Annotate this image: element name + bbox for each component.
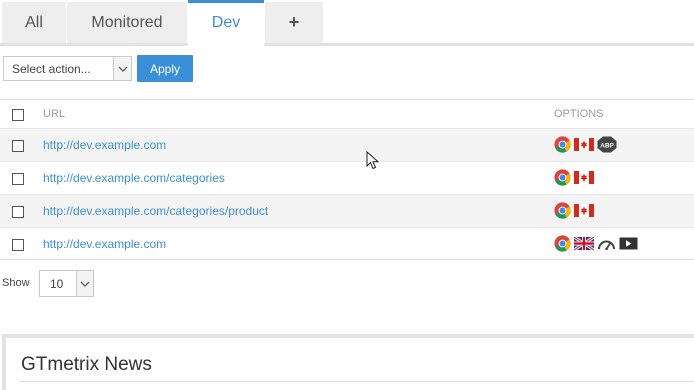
- news-divider: [20, 381, 694, 382]
- speedometer-icon: [597, 237, 616, 250]
- options-column-header: OPTIONS: [554, 108, 604, 120]
- row-checkbox[interactable]: [12, 173, 24, 185]
- bulk-action-value: Select action...: [12, 62, 91, 76]
- news-panel: GTmetrix News: [2, 334, 694, 390]
- tab-all[interactable]: All: [2, 2, 66, 43]
- uk-flag-icon: [574, 237, 594, 250]
- show-label: Show: [2, 277, 30, 289]
- canada-flag-icon: [574, 204, 594, 217]
- apply-button[interactable]: Apply: [137, 55, 193, 82]
- url-link[interactable]: http://dev.example.com/categories: [43, 171, 225, 185]
- options-icons: [554, 235, 638, 252]
- table-header: URL OPTIONS: [0, 99, 694, 128]
- canada-flag-icon: [574, 171, 594, 184]
- select-all-checkbox[interactable]: [12, 109, 24, 121]
- chrome-icon: [554, 169, 571, 186]
- tab-dev[interactable]: Dev: [188, 0, 264, 43]
- page-size-select[interactable]: 10: [39, 270, 94, 297]
- table-row: http://dev.example.com/categories/produc…: [0, 194, 694, 227]
- table-row: http://dev.example.com: [0, 128, 694, 161]
- chevron-down-icon: [113, 57, 131, 80]
- table-row: http://dev.example.com/categories: [0, 161, 694, 194]
- options-icons: [554, 202, 594, 219]
- chrome-icon: [554, 202, 571, 219]
- url-column-header: URL: [43, 108, 66, 120]
- url-link[interactable]: http://dev.example.com: [43, 138, 166, 152]
- mouse-cursor-icon: [366, 150, 380, 176]
- tab-bar-divider: [0, 43, 694, 46]
- add-tab-button[interactable]: +: [265, 2, 323, 43]
- canada-flag-icon: [574, 138, 594, 151]
- adblock-plus-icon: ABP: [597, 136, 617, 153]
- chevron-down-icon: [76, 271, 93, 296]
- options-icons: ABP: [554, 136, 617, 153]
- row-checkbox[interactable]: [12, 239, 24, 251]
- table-row: http://dev.example.com: [0, 227, 694, 260]
- url-link[interactable]: http://dev.example.com/categories/produc…: [43, 204, 268, 218]
- row-checkbox[interactable]: [12, 206, 24, 218]
- chrome-icon: [554, 235, 571, 252]
- video-icon: [619, 237, 638, 250]
- tab-monitored[interactable]: Monitored: [67, 2, 187, 43]
- page-size-value: 10: [50, 277, 64, 291]
- chrome-icon: [554, 136, 571, 153]
- news-title: GTmetrix News: [21, 354, 152, 375]
- tab-bar: All Monitored Dev +: [0, 0, 694, 46]
- url-table: URL OPTIONS http://dev.example.com ABP h…: [0, 99, 694, 260]
- url-link[interactable]: http://dev.example.com: [43, 237, 166, 251]
- bulk-action-select[interactable]: Select action...: [3, 56, 132, 81]
- row-checkbox[interactable]: [12, 140, 24, 152]
- svg-text:ABP: ABP: [600, 143, 614, 150]
- options-icons: [554, 169, 594, 186]
